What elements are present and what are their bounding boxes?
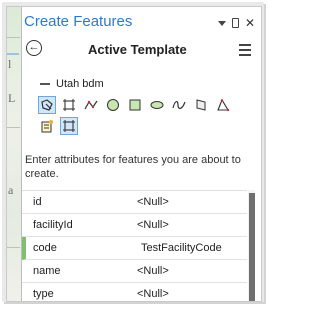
template-layer-row: Utah bdm <box>40 78 104 90</box>
circle-tool-icon[interactable] <box>104 96 122 114</box>
layer-name: Utah bdm <box>56 78 104 90</box>
attribute-name: name <box>33 265 61 277</box>
hamburger-menu-icon[interactable] <box>239 44 251 59</box>
back-arrow-icon[interactable]: ← <box>26 40 42 56</box>
scrollbar-thumb[interactable] <box>249 193 255 301</box>
table-row[interactable]: facilityId <Null> <box>22 214 247 237</box>
rectangle-select-tool-icon[interactable] <box>60 96 78 114</box>
map-label: L <box>8 91 16 105</box>
map-label: a <box>8 183 14 197</box>
map-road <box>7 247 20 248</box>
table-row[interactable]: id <Null> <box>22 191 247 214</box>
attribute-name: facilityId <box>33 219 73 231</box>
dropdown-caret-icon[interactable] <box>217 20 226 26</box>
create-features-pane: Create Features ✕ ← Active Template Utah… <box>22 7 261 301</box>
template-tool-icon[interactable] <box>38 117 56 135</box>
extent-tool-icon[interactable] <box>60 117 78 135</box>
attribute-value[interactable]: <Null> <box>137 219 169 231</box>
table-row[interactable]: type <Null> <box>22 283 247 301</box>
polygon-tool-icon[interactable] <box>192 96 210 114</box>
autocomplete-polygon-tool-icon[interactable] <box>214 96 232 114</box>
pane-titlebar: Create Features ✕ <box>22 7 261 35</box>
attribute-name: id <box>33 196 42 208</box>
line-symbol-icon <box>40 83 50 85</box>
template-header: ← Active Template <box>22 35 261 63</box>
attribute-value[interactable]: <Null> <box>137 265 169 277</box>
titlebar-controls: ✕ <box>217 16 255 30</box>
map-view[interactable]: l L a <box>7 7 22 301</box>
point-tool-icon[interactable] <box>38 96 56 114</box>
close-icon[interactable]: ✕ <box>245 16 255 30</box>
ellipse-tool-icon[interactable] <box>148 96 166 114</box>
map-road <box>7 127 20 128</box>
table-row-selected[interactable]: code TestFacilityCode <box>22 237 247 260</box>
screenshot-canvas: l L a Create Features ✕ ← Active Templat… <box>0 0 272 310</box>
attribute-value[interactable]: <Null> <box>137 196 169 208</box>
attribute-value[interactable]: <Null> <box>137 288 169 300</box>
app-window: l L a Create Features ✕ ← Active Templat… <box>6 6 262 302</box>
attribute-name: type <box>33 288 54 300</box>
attribute-name: code <box>33 242 57 254</box>
map-river <box>7 53 19 55</box>
square-tool-icon[interactable] <box>126 96 144 114</box>
line-tool-icon[interactable] <box>82 96 100 114</box>
attribute-table: id <Null> facilityId <Null> code TestFac… <box>22 190 247 301</box>
pane-title: Create Features <box>24 13 133 30</box>
map-label: l <box>8 57 12 71</box>
instruction-text: Enter attributes for features you are ab… <box>25 154 241 180</box>
map-road <box>7 37 20 38</box>
table-row[interactable]: name <Null> <box>22 260 247 283</box>
pin-icon[interactable] <box>231 18 239 28</box>
active-template-title: Active Template <box>88 42 187 57</box>
attribute-value[interactable]: TestFacilityCode <box>141 242 222 254</box>
freehand-tool-icon[interactable] <box>170 96 188 114</box>
